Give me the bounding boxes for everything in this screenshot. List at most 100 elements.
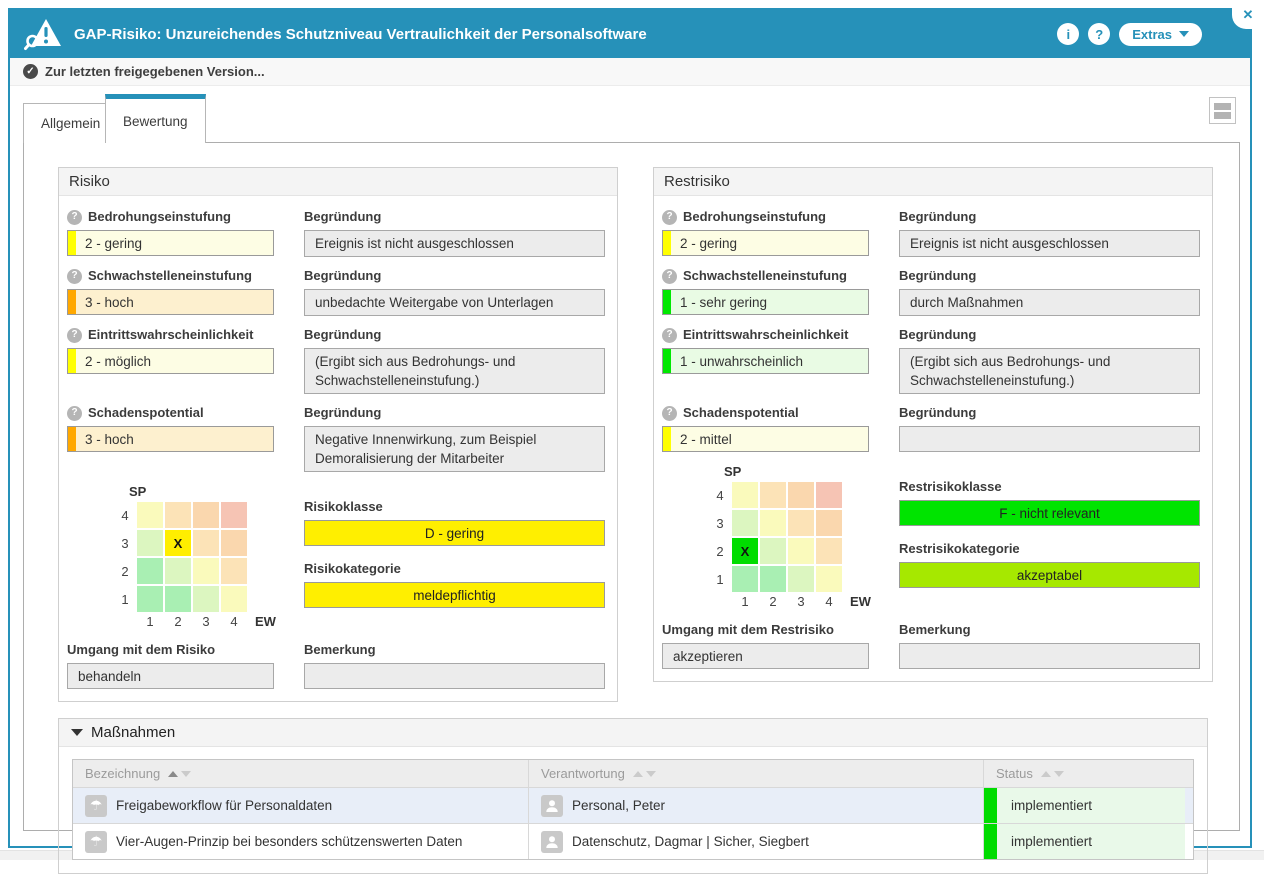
- rating-color-bar: [68, 290, 76, 314]
- extras-label: Extras: [1132, 27, 1172, 42]
- table-row[interactable]: ☂Vier-Augen-Prinzip bei besonders schütz…: [73, 823, 1193, 859]
- column-header-status[interactable]: Status: [983, 760, 1193, 787]
- rating-row: ?Eintrittswahrscheinlichkeit 2 - möglich…: [59, 326, 617, 394]
- help-icon[interactable]: ?: [67, 406, 82, 421]
- help-icon[interactable]: ?: [67, 210, 82, 225]
- risk-warning-icon: [24, 17, 64, 51]
- rating-value-field[interactable]: 2 - mittel: [662, 426, 869, 452]
- help-icon[interactable]: ?: [662, 269, 677, 284]
- rating-label: Schwachstelleneinstufung: [683, 267, 847, 285]
- table-row[interactable]: ☂Freigabeworkflow für PersonaldatenPerso…: [73, 787, 1193, 823]
- status-color-bar: [984, 788, 997, 823]
- question-icon[interactable]: ?: [1088, 23, 1110, 45]
- help-icon[interactable]: ?: [662, 406, 677, 421]
- status-color-bar: [984, 824, 997, 859]
- bemerkung-field[interactable]: [899, 643, 1200, 669]
- klasse-label: Risikoklasse: [304, 498, 383, 516]
- rating-value: 2 - möglich: [85, 354, 151, 369]
- rating-color-bar: [663, 290, 671, 314]
- rating-value: 2 - gering: [680, 236, 737, 251]
- rating-color-bar: [68, 231, 76, 255]
- dialog-window: GAP-Risiko: Unzureichendes Schutzniveau …: [8, 8, 1252, 848]
- layout-icon: [1214, 103, 1231, 110]
- restrisikokategorie-value: akzeptabel: [899, 562, 1200, 588]
- matrix-row-label: 4: [710, 488, 730, 503]
- matrix-cell: [221, 502, 247, 528]
- rating-value-field[interactable]: 1 - unwahrscheinlich: [662, 348, 869, 374]
- rating-value: 1 - sehr gering: [680, 295, 767, 310]
- rating-label: Schwachstelleneinstufung: [88, 267, 252, 285]
- matrix-cell: [221, 530, 247, 556]
- check-icon: ✓: [23, 64, 38, 79]
- matrix-cell: [137, 586, 163, 612]
- reason-field[interactable]: Ereignis ist nicht ausgeschlossen: [899, 230, 1200, 257]
- restrisiko-groupbox: Restrisiko ?Bedrohungseinstufung 2 - ger…: [653, 167, 1213, 682]
- klasse-label: Restrisikoklasse: [899, 478, 1002, 496]
- restrisikoklasse-value: F - nicht relevant: [899, 500, 1200, 526]
- rating-value: 2 - gering: [85, 236, 142, 251]
- column-label: Bezeichnung: [85, 766, 160, 781]
- matrix-cell: [732, 482, 758, 508]
- rating-row: ?Bedrohungseinstufung 2 - gering Begründ…: [59, 208, 617, 257]
- help-icon[interactable]: ?: [662, 328, 677, 343]
- reason-field[interactable]: (Ergibt sich aus Bedrohungs- und Schwach…: [304, 348, 605, 394]
- rating-value-field[interactable]: 3 - hoch: [67, 289, 274, 315]
- rating-color-bar: [663, 427, 671, 451]
- rating-value-field[interactable]: 2 - möglich: [67, 348, 274, 374]
- tab-bewertung[interactable]: Bewertung: [105, 94, 206, 143]
- sort-asc-icon: [633, 771, 643, 777]
- matrix-cell: [788, 538, 814, 564]
- info-icon[interactable]: i: [1057, 23, 1079, 45]
- column-label: Status: [996, 766, 1033, 781]
- rating-row: ? Schwachstelleneinstufung 1 - sehr gerin…: [654, 267, 1212, 316]
- matrix-row-label: 4: [115, 508, 135, 523]
- reason-field[interactable]: Negative Innenwirkung, zum Beispiel Demo…: [304, 426, 605, 472]
- matrix-y-axis-label: SP: [724, 464, 741, 480]
- tab-allgemein[interactable]: Allgemein: [23, 103, 118, 143]
- measure-umbrella-icon: ☂: [85, 795, 107, 817]
- rating-value-field[interactable]: 2 - gering: [662, 230, 869, 256]
- rating-value: 1 - unwahrscheinlich: [680, 354, 803, 369]
- help-icon[interactable]: ?: [67, 328, 82, 343]
- umgang-field[interactable]: akzeptieren: [662, 643, 869, 669]
- matrix-cell: [732, 566, 758, 592]
- matrix-col-label: 2: [165, 614, 191, 629]
- massnahmen-collapse-header[interactable]: Maßnahmen: [59, 719, 1207, 747]
- version-link[interactable]: ✓ Zur letzten freigegebenen Version...: [10, 58, 1250, 86]
- matrix-cell: [193, 558, 219, 584]
- matrix-col-label: 4: [816, 594, 842, 609]
- person-icon: [541, 795, 563, 817]
- matrix-row: SP432X11234EW Restrisikoklasse F - nicht…: [654, 462, 1212, 611]
- extras-button[interactable]: Extras: [1119, 23, 1202, 46]
- chevron-down-icon: [1179, 31, 1189, 37]
- reason-field[interactable]: (Ergibt sich aus Bedrohungs- und Schwach…: [899, 348, 1200, 394]
- help-icon[interactable]: ?: [662, 210, 677, 225]
- matrix-cell: [788, 566, 814, 592]
- rating-value-field[interactable]: 3 - hoch: [67, 426, 274, 452]
- matrix-cell: [760, 538, 786, 564]
- matrix-cell: [137, 530, 163, 556]
- reason-field[interactable]: Ereignis ist nicht ausgeschlossen: [304, 230, 605, 257]
- matrix-col-label: 2: [760, 594, 786, 609]
- status-text: implementiert: [997, 834, 1092, 849]
- rating-label: Eintrittswahrscheinlichkeit: [683, 326, 848, 344]
- rating-value-field[interactable]: 2 - gering: [67, 230, 274, 256]
- version-link-label: Zur letzten freigegebenen Version...: [45, 64, 265, 79]
- close-button[interactable]: ✕: [1232, 0, 1264, 29]
- reason-field[interactable]: [899, 426, 1200, 452]
- column-header-verantwortung[interactable]: Verantwortung: [528, 760, 983, 787]
- measure-umbrella-icon: ☂: [85, 831, 107, 853]
- tab-bar: Allgemein Bewertung: [23, 94, 1240, 143]
- rating-value-field[interactable]: 1 - sehr gering: [662, 289, 869, 315]
- reason-field[interactable]: durch Maßnahmen: [899, 289, 1200, 316]
- matrix-cell: [193, 502, 219, 528]
- risikokategorie-value: meldepflichtig: [304, 582, 605, 608]
- layout-toggle-button[interactable]: [1209, 97, 1236, 124]
- umgang-field[interactable]: behandeln: [67, 663, 274, 689]
- column-header-bezeichnung[interactable]: Bezeichnung: [73, 760, 528, 787]
- rating-value: 3 - hoch: [85, 432, 134, 447]
- matrix-cell: [732, 510, 758, 536]
- bemerkung-field[interactable]: [304, 663, 605, 689]
- reason-field[interactable]: unbedachte Weitergabe von Unterlagen: [304, 289, 605, 316]
- help-icon[interactable]: ?: [67, 269, 82, 284]
